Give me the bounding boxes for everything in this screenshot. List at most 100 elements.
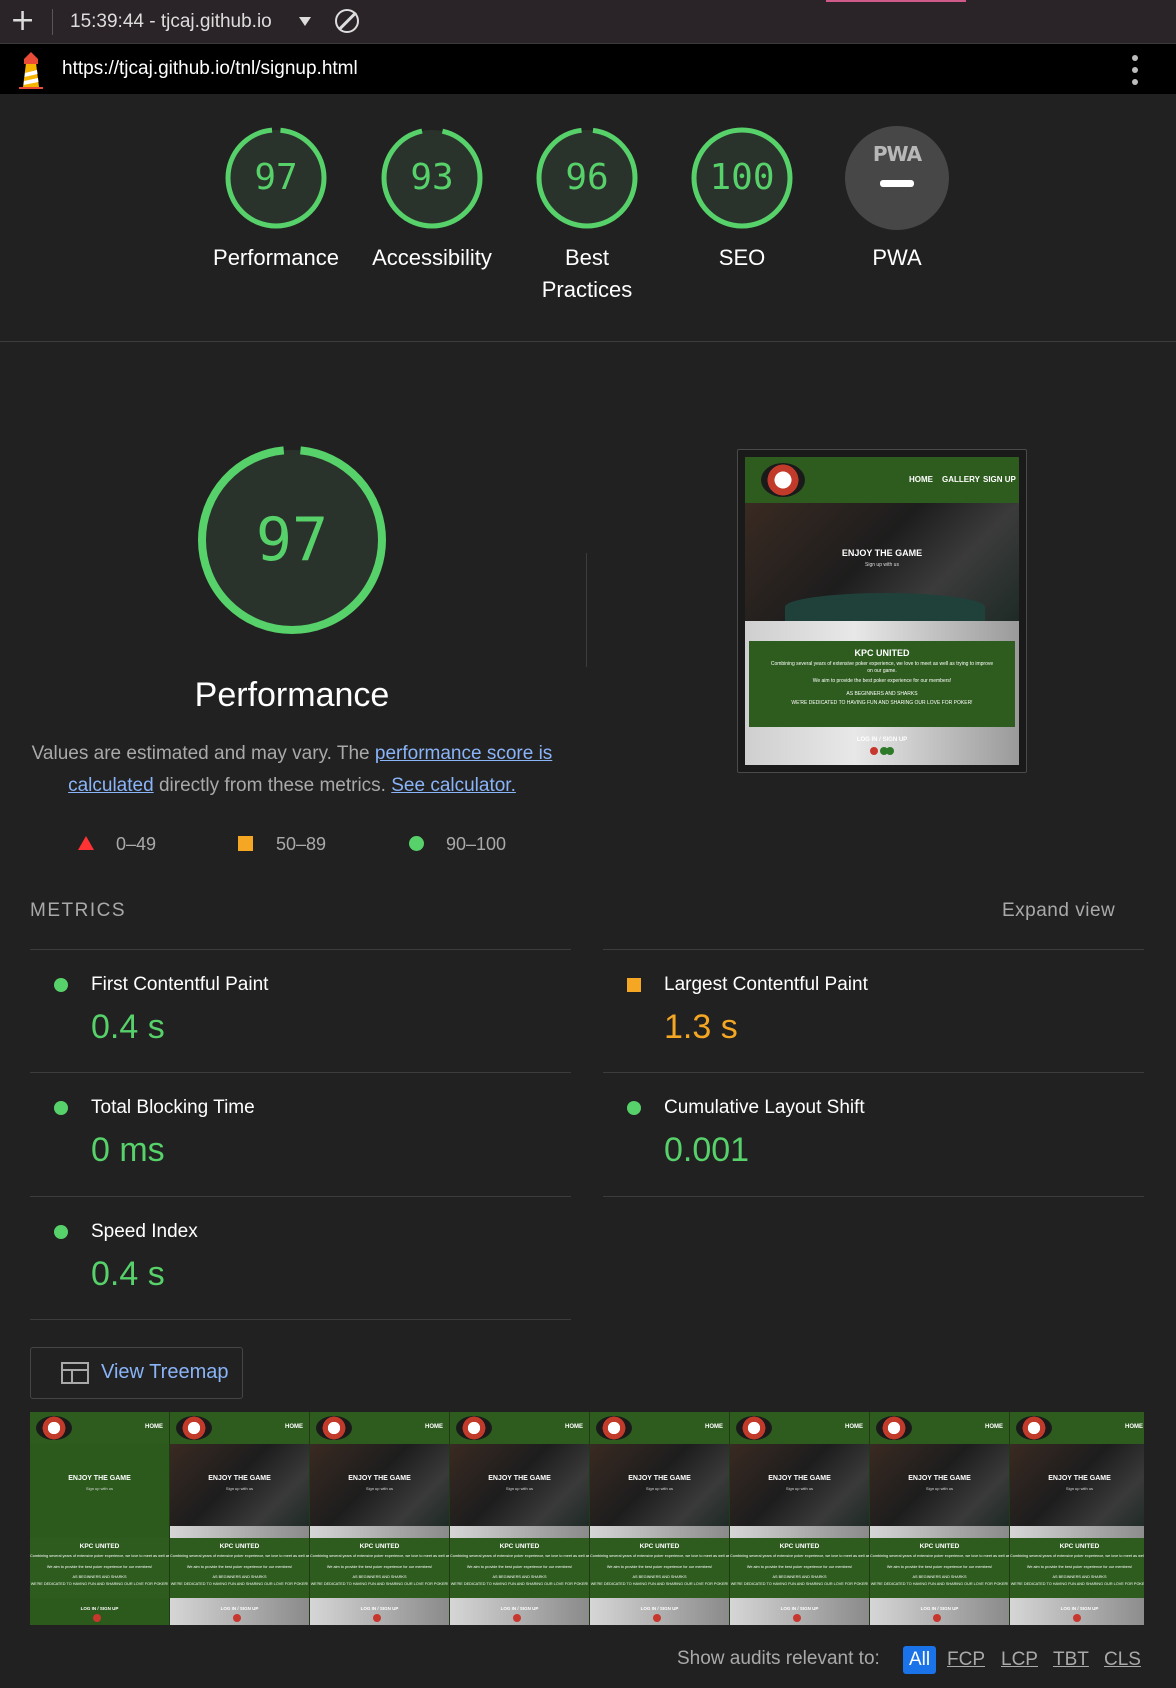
frame-hero: ENJOY THE GAME Sign up with us (450, 1444, 589, 1526)
filter-chip-all[interactable]: All (903, 1646, 937, 1674)
category-best-practices[interactable]: 96 Best Practices (512, 126, 662, 306)
category-performance[interactable]: 97 Performance (201, 126, 351, 274)
preview-nav-home: HOME (909, 475, 933, 484)
pass-circle-icon (627, 1101, 641, 1115)
filter-chip-lcp[interactable]: LCP (995, 1646, 1044, 1674)
category-pwa[interactable]: PWA PWA (822, 126, 972, 274)
metric-value: 0.001 (664, 1131, 750, 1169)
filmstrip-frame: HOME ENJOY THE GAME Sign up with us KPC … (730, 1412, 870, 1625)
site-logo-icon (596, 1416, 632, 1440)
frame-box-line: WE'RE DEDICATED TO HAVING FUN AND SHARIN… (1010, 1582, 1144, 1586)
desc-prefix: Values are estimated and may vary. The (31, 743, 375, 764)
final-screenshot[interactable]: HOME GALLERY SIGN UP ENJOY THE GAME Sign… (737, 449, 1027, 773)
frame-box-line: Combining several years of extensive pok… (870, 1554, 1010, 1558)
gauge-performance: 97 (224, 126, 328, 230)
expand-view-toggle[interactable]: Expand view (1002, 900, 1115, 922)
label-performance: Performance (213, 245, 339, 270)
frame-lower: KPC UNITED Combining several years of ex… (170, 1526, 309, 1625)
frame-lower: KPC UNITED Combining several years of ex… (450, 1526, 589, 1625)
score-performance: 97 (254, 157, 298, 198)
frame-box-line: AS BEGINNERS AND SHARKS (912, 1575, 967, 1579)
score-best-practices: 96 (565, 157, 609, 198)
frame-hero-title: ENJOY THE GAME (768, 1475, 831, 1482)
frame-box-title: KPC UNITED (79, 1543, 120, 1550)
category-accessibility[interactable]: 93 Accessibility (357, 126, 507, 274)
frame-hero-title: ENJOY THE GAME (488, 1475, 551, 1482)
metrics-heading: METRICS (30, 900, 126, 921)
filter-chip-tbt[interactable]: TBT (1047, 1646, 1095, 1674)
site-logo-icon (176, 1416, 212, 1440)
site-logo-icon (761, 463, 805, 497)
new-report-plus-icon[interactable]: + (10, 4, 35, 38)
frame-box-line: WE'RE DEDICATED TO HAVING FUN AND SHARIN… (450, 1582, 589, 1586)
frame-hero-title: ENJOY THE GAME (348, 1475, 411, 1482)
frame-box-line: We aim to provide the best poker experie… (1026, 1565, 1133, 1569)
label-best-practices: Best Practices (541, 245, 633, 302)
metric-tbt: Total Blocking Time 0 ms (30, 1073, 571, 1195)
frame-login: LOG IN / SIGN UP (80, 1606, 119, 1611)
frame-home: HOME (285, 1424, 303, 1430)
frame-login: LOG IN / SIGN UP (220, 1606, 259, 1611)
frame-hero-sub: Sign up with us (505, 1486, 534, 1491)
frame-box: KPC UNITED Combining several years of ex… (1010, 1538, 1144, 1598)
frame-hero: ENJOY THE GAME Sign up with us (730, 1444, 869, 1526)
chevron-down-icon[interactable] (299, 17, 311, 26)
pass-circle-icon (409, 836, 424, 851)
clear-block-icon[interactable] (335, 9, 359, 33)
gauge-accessibility: 93 (380, 126, 484, 230)
metric-name: Largest Contentful Paint (664, 974, 868, 995)
frame-box-line: Combining several years of extensive pok… (450, 1554, 590, 1558)
frame-box-line: AS BEGINNERS AND SHARKS (352, 1575, 407, 1579)
frame-login: LOG IN / SIGN UP (500, 1606, 539, 1611)
performance-title: Performance (194, 676, 390, 714)
frame-nav: HOME (870, 1412, 1009, 1444)
vertical-divider (586, 553, 587, 667)
frame-home: HOME (1125, 1424, 1143, 1430)
frame-hero-title: ENJOY THE GAME (68, 1475, 131, 1482)
frame-box-line: AS BEGINNERS AND SHARKS (492, 1575, 547, 1579)
frame-box-line: WE'RE DEDICATED TO HAVING FUN AND SHARIN… (310, 1582, 449, 1586)
preview-box-title: KPC UNITED (854, 648, 910, 658)
frame-box-line: AS BEGINNERS AND SHARKS (212, 1575, 267, 1579)
frame-box-line: We aim to provide the best poker experie… (886, 1565, 993, 1569)
frame-nav: HOME (310, 1412, 449, 1444)
report-url[interactable]: https://tjcaj.github.io/tnl/signup.html (62, 56, 358, 82)
frame-hero: ENJOY THE GAME Sign up with us (870, 1444, 1009, 1526)
filter-chip-fcp[interactable]: FCP (941, 1646, 991, 1674)
frame-box-line: Combining several years of extensive pok… (30, 1554, 170, 1558)
see-calculator-link[interactable]: See calculator. (391, 775, 516, 796)
preview-nav-gallery: GALLERY (942, 475, 980, 484)
category-seo[interactable]: 100 SEO (667, 126, 817, 274)
more-options-icon[interactable] (1125, 53, 1145, 87)
view-treemap-button[interactable]: View Treemap (30, 1347, 243, 1399)
frame-home: HOME (145, 1424, 163, 1430)
preview-hero-sub: Sign up with us (865, 562, 899, 568)
frame-box: KPC UNITED Combining several years of ex… (590, 1538, 729, 1598)
frame-dot-icon (93, 1614, 101, 1622)
metric-value: 0.4 s (91, 1008, 165, 1046)
frame-nav: HOME (590, 1412, 729, 1444)
report-selector[interactable]: 15:39:44 - tjcaj.github.io (70, 9, 272, 35)
metric-divider (603, 1196, 1144, 1197)
metric-lcp: Largest Contentful Paint 1.3 s (603, 950, 1144, 1072)
screenshot-page: HOME GALLERY SIGN UP ENJOY THE GAME Sign… (745, 457, 1019, 765)
frame-lower: KPC UNITED Combining several years of ex… (1010, 1526, 1144, 1625)
frame-login: LOG IN / SIGN UP (920, 1606, 959, 1611)
frame-home: HOME (425, 1424, 443, 1430)
frame-login: LOG IN / SIGN UP (1060, 1606, 1099, 1611)
frame-home: HOME (985, 1424, 1003, 1430)
frame-box: KPC UNITED Combining several years of ex… (30, 1538, 169, 1598)
metric-cls: Cumulative Layout Shift 0.001 (603, 1073, 1144, 1195)
frame-box-title: KPC UNITED (779, 1543, 820, 1550)
frame-hero-sub: Sign up with us (925, 1486, 954, 1491)
frame-box-line: WE'RE DEDICATED TO HAVING FUN AND SHARIN… (870, 1582, 1009, 1586)
filter-chip-cls[interactable]: CLS (1098, 1646, 1147, 1674)
pass-circle-icon (54, 978, 68, 992)
frame-box: KPC UNITED Combining several years of ex… (730, 1538, 869, 1598)
frame-lower: KPC UNITED Combining several years of ex… (730, 1526, 869, 1625)
metric-name: Cumulative Layout Shift (664, 1097, 865, 1118)
frame-box-line: AS BEGINNERS AND SHARKS (1052, 1575, 1107, 1579)
tab-indicator (826, 0, 966, 2)
preview-dots-icon (870, 747, 894, 755)
filmstrip-frame: HOME ENJOY THE GAME Sign up with us KPC … (30, 1412, 170, 1625)
